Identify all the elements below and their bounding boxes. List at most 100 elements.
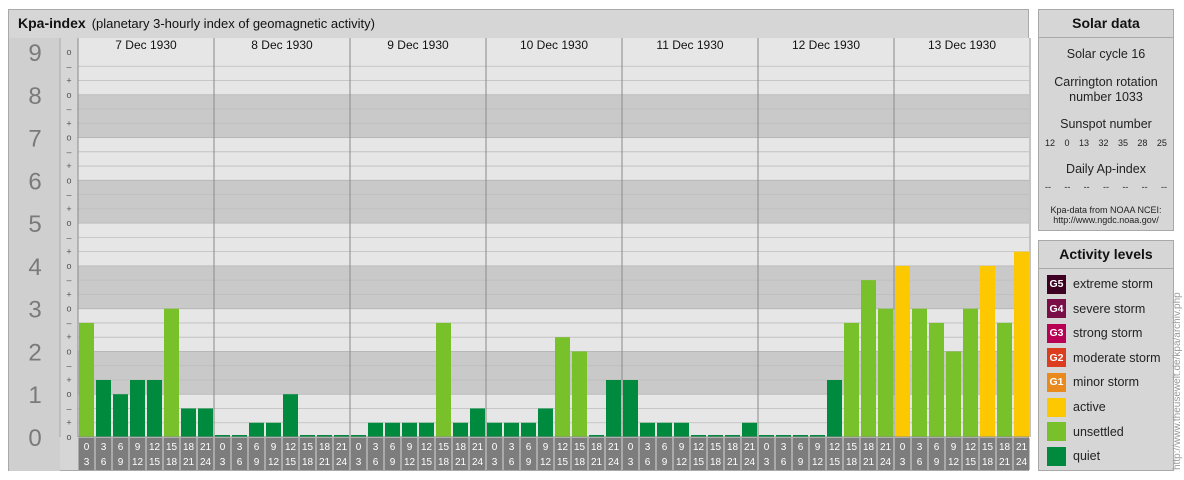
interval-start-label: 18 <box>863 442 875 453</box>
sub-tick-label: o <box>66 90 71 100</box>
interval-start-label: 9 <box>135 442 141 453</box>
ap-value: -- <box>1083 182 1090 192</box>
interval-end-label: 12 <box>132 457 144 468</box>
legend-swatch <box>1047 422 1066 442</box>
sub-tick-label: o <box>66 304 71 314</box>
legend-label: strong storm <box>1073 326 1143 341</box>
kpa-bar <box>742 422 757 437</box>
legend-item: G4 severe storm <box>1047 299 1145 319</box>
interval-start-label: 6 <box>526 442 532 453</box>
kpa-bar <box>453 422 468 437</box>
y-tick-label: 4 <box>28 254 41 281</box>
interval-start-label: 9 <box>271 442 277 453</box>
interval-start-label: 0 <box>220 442 226 453</box>
y-tick-label: 0 <box>28 425 41 452</box>
interval-end-label: 9 <box>118 457 124 468</box>
sunspot-value: 35 <box>1117 138 1128 148</box>
sunspot-value: 12 <box>1045 138 1056 148</box>
kpa-bar <box>521 422 536 437</box>
interval-start-label: 3 <box>917 442 923 453</box>
sub-tick-label: + <box>66 289 71 299</box>
kpa-bar <box>385 422 400 437</box>
interval-end-label: 24 <box>744 457 756 468</box>
interval-end-label: 3 <box>900 457 906 468</box>
y-tick-label: 2 <box>28 339 41 366</box>
sub-tick-label: + <box>66 375 71 385</box>
legend-swatch: G3 <box>1047 323 1066 343</box>
interval-end-label: 15 <box>285 457 297 468</box>
interval-end-label: 6 <box>781 457 787 468</box>
kpa-bar <box>606 379 621 437</box>
interval-end-label: 24 <box>336 457 348 468</box>
ap-value: -- <box>1141 182 1148 192</box>
band-kp-7 <box>78 94 1029 138</box>
sub-tick-label: – <box>66 361 71 371</box>
kpa-bar <box>436 322 451 437</box>
interval-end-label: 15 <box>557 457 569 468</box>
interval-start-label: 21 <box>336 442 348 453</box>
legend-label: moderate storm <box>1073 350 1161 365</box>
interval-start-label: 15 <box>574 442 586 453</box>
band-kp-4 <box>78 223 1029 266</box>
interval-start-label: 21 <box>200 442 212 453</box>
kpa-bar <box>113 394 128 437</box>
legend-swatch: G5 <box>1047 274 1066 294</box>
kpa-bar <box>198 408 213 437</box>
day-label: 12 Dec 1930 <box>792 38 860 52</box>
sub-tick-label: + <box>66 247 71 257</box>
interval-end-label: 3 <box>356 457 362 468</box>
kpa-bar <box>997 322 1012 437</box>
interval-end-label: 6 <box>509 457 515 468</box>
source-line-2: http://www.ngdc.noaa.gov/ <box>1053 215 1159 225</box>
interval-end-label: 6 <box>237 457 243 468</box>
kpa-bar <box>640 422 655 437</box>
kpa-bar <box>963 308 978 437</box>
legend-swatch <box>1047 446 1066 466</box>
kpa-bar <box>878 308 893 437</box>
sub-tick-label: – <box>66 275 71 285</box>
kpa-bar <box>487 422 502 437</box>
legend-item: active <box>1047 397 1106 417</box>
interval-start-label: 21 <box>472 442 484 453</box>
sub-tick-label: + <box>66 332 71 342</box>
interval-start-label: 18 <box>999 442 1011 453</box>
y-tick-label: 8 <box>28 83 41 110</box>
interval-start-label: 3 <box>645 442 651 453</box>
kpa-bar <box>368 422 383 437</box>
interval-start-label: 6 <box>254 442 260 453</box>
interval-start-label: 15 <box>982 442 994 453</box>
interval-start-label: 0 <box>764 442 770 453</box>
kpa-bar <box>861 280 876 437</box>
interval-start-label: 18 <box>455 442 467 453</box>
kpa-bar <box>946 351 961 437</box>
kpa-bar <box>623 379 638 437</box>
interval-start-label: 18 <box>591 442 603 453</box>
interval-end-label: 6 <box>645 457 651 468</box>
sub-tick-label: + <box>66 118 71 128</box>
interval-end-label: 18 <box>438 457 450 468</box>
interval-start-label: 21 <box>880 442 892 453</box>
y-tick-label: 3 <box>28 297 41 324</box>
kpa-bar <box>249 422 264 437</box>
interval-start-label: 6 <box>662 442 668 453</box>
kpa-bar <box>844 322 859 437</box>
legend-swatch: G1 <box>1047 372 1066 392</box>
sub-tick-label: o <box>66 133 71 143</box>
kpa-bar <box>929 322 944 437</box>
interval-end-label: 12 <box>676 457 688 468</box>
sunspot-value: 28 <box>1137 138 1148 148</box>
interval-start-label: 18 <box>183 442 195 453</box>
interval-end-label: 12 <box>268 457 280 468</box>
sub-tick-label: + <box>66 161 71 171</box>
sunspot-values: 12 0 13 32 35 28 25 <box>1045 138 1167 148</box>
interval-start-label: 9 <box>815 442 821 453</box>
day-label: 9 Dec 1930 <box>387 38 449 52</box>
carrington-line-1: Carrington rotation <box>1054 75 1158 89</box>
interval-start-label: 15 <box>166 442 178 453</box>
interval-end-label: 12 <box>540 457 552 468</box>
interval-start-label: 15 <box>710 442 722 453</box>
solar-cycle: Solar cycle 16 <box>1066 47 1146 61</box>
kpa-bar <box>572 351 587 437</box>
interval-start-label: 6 <box>798 442 804 453</box>
kpa-plot: 0123456789 o+–o+–o+–o+–o+–o+–o+–o+–o+–o … <box>9 38 1031 471</box>
